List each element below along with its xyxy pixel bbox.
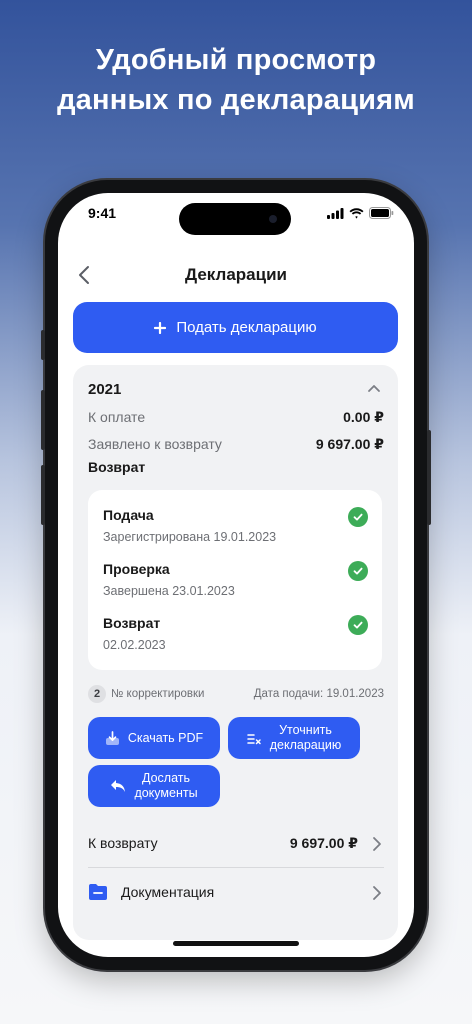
step-review: Проверка Завершена 23.01.2023 — [103, 561, 368, 598]
download-icon — [105, 730, 119, 745]
reply-arrow-icon — [111, 780, 126, 792]
file-declaration-button[interactable]: Подать декларацию — [73, 302, 398, 353]
chevron-right-icon — [373, 886, 381, 900]
correction-label: № корректировки — [111, 688, 205, 700]
clarify-declaration-label: Уточнить декларацию — [270, 723, 342, 753]
step-refund: Возврат 02.02.2023 — [103, 615, 368, 652]
status-time: 9:41 — [88, 205, 117, 221]
folder-icon — [89, 884, 107, 900]
signal-icon — [327, 207, 344, 219]
declaration-meta: 2 № корректировки Дата подачи: 19.01.202… — [88, 685, 384, 705]
refund-section-label: Возврат — [88, 459, 146, 475]
wifi-icon — [349, 207, 364, 219]
check-circle-icon — [348, 615, 368, 635]
nav-bar: Декларации — [58, 253, 414, 297]
step-title: Проверка — [103, 561, 170, 577]
refund-total-row[interactable]: К возврату 9 697.00 ₽ — [88, 832, 384, 856]
file-declaration-label: Подать декларацию — [176, 319, 317, 336]
download-pdf-label: Скачать PDF — [127, 730, 204, 745]
divider — [88, 867, 384, 868]
declaration-year: 2021 — [88, 381, 122, 398]
documentation-row[interactable]: Документация — [88, 878, 384, 908]
phone-volume-up-button — [41, 390, 45, 450]
chevron-up-icon — [368, 385, 380, 392]
page-title: Декларации — [185, 265, 287, 284]
claimed-row: Заявлено к возврату 9 697.00 ₽ — [88, 436, 384, 453]
camera-icon — [269, 215, 277, 223]
chevron-right-icon — [373, 837, 381, 851]
to-pay-label: К оплате — [88, 409, 146, 425]
step-filing: Подача Зарегистрирована 19.01.2023 — [103, 507, 368, 544]
download-pdf-button[interactable]: Скачать PDF — [88, 717, 220, 759]
step-title: Возврат — [103, 615, 161, 631]
to-pay-value: 0.00 ₽ — [343, 409, 384, 425]
declaration-card: 2021 К оплате 0.00 ₽ Заявлено к возврату… — [73, 365, 398, 940]
headline-line-1: Удобный просмотр — [95, 44, 377, 76]
send-docs-line-2: документы — [134, 786, 198, 800]
refund-total-value: 9 697.00 ₽ — [289, 835, 358, 851]
phone-volume-down-button — [41, 465, 45, 525]
step-subtitle: 02.02.2023 — [103, 638, 166, 652]
check-circle-icon — [348, 561, 368, 581]
clarify-declaration-button[interactable]: Уточнить декларацию — [228, 717, 360, 759]
refund-total-label: К возврату — [88, 835, 158, 851]
to-pay-row: К оплате 0.00 ₽ — [88, 409, 384, 426]
claimed-label: Заявлено к возврату — [88, 436, 222, 452]
clarify-line-2: декларацию — [269, 738, 342, 752]
status-icons — [327, 207, 394, 219]
plus-icon — [154, 321, 167, 334]
send-docs-line-1: Дослать — [141, 771, 191, 785]
step-subtitle: Завершена 23.01.2023 — [103, 584, 235, 598]
phone-action-button — [41, 330, 45, 360]
edit-list-icon — [246, 733, 261, 744]
send-documents-label: Дослать документы — [134, 771, 197, 801]
claimed-value: 9 697.00 ₽ — [315, 436, 384, 452]
promo-headline: Удобный просмотр данных по декларациям — [0, 40, 472, 120]
documentation-label: Документация — [121, 884, 215, 900]
step-subtitle: Зарегистрирована 19.01.2023 — [103, 530, 277, 544]
phone-screen: 9:41 Декларации Подать декларацию 2021 К… — [58, 193, 414, 957]
home-indicator — [173, 941, 299, 946]
dynamic-island — [179, 203, 291, 235]
headline-line-2: данных по декларациям — [57, 84, 415, 116]
step-title: Подача — [103, 507, 154, 523]
send-documents-button[interactable]: Дослать документы — [88, 765, 220, 807]
filing-date: Дата подачи: 19.01.2023 — [253, 688, 384, 700]
phone-power-button — [427, 430, 431, 525]
clarify-line-1: Уточнить — [279, 723, 332, 737]
correction-badge: 2 — [88, 685, 106, 703]
battery-icon — [369, 207, 394, 219]
collapse-button[interactable] — [366, 381, 382, 397]
refund-steps: Подача Зарегистрирована 19.01.2023 Прове… — [88, 490, 382, 670]
phone-frame: 9:41 Декларации Подать декларацию 2021 К… — [41, 180, 431, 970]
check-circle-icon — [348, 507, 368, 527]
